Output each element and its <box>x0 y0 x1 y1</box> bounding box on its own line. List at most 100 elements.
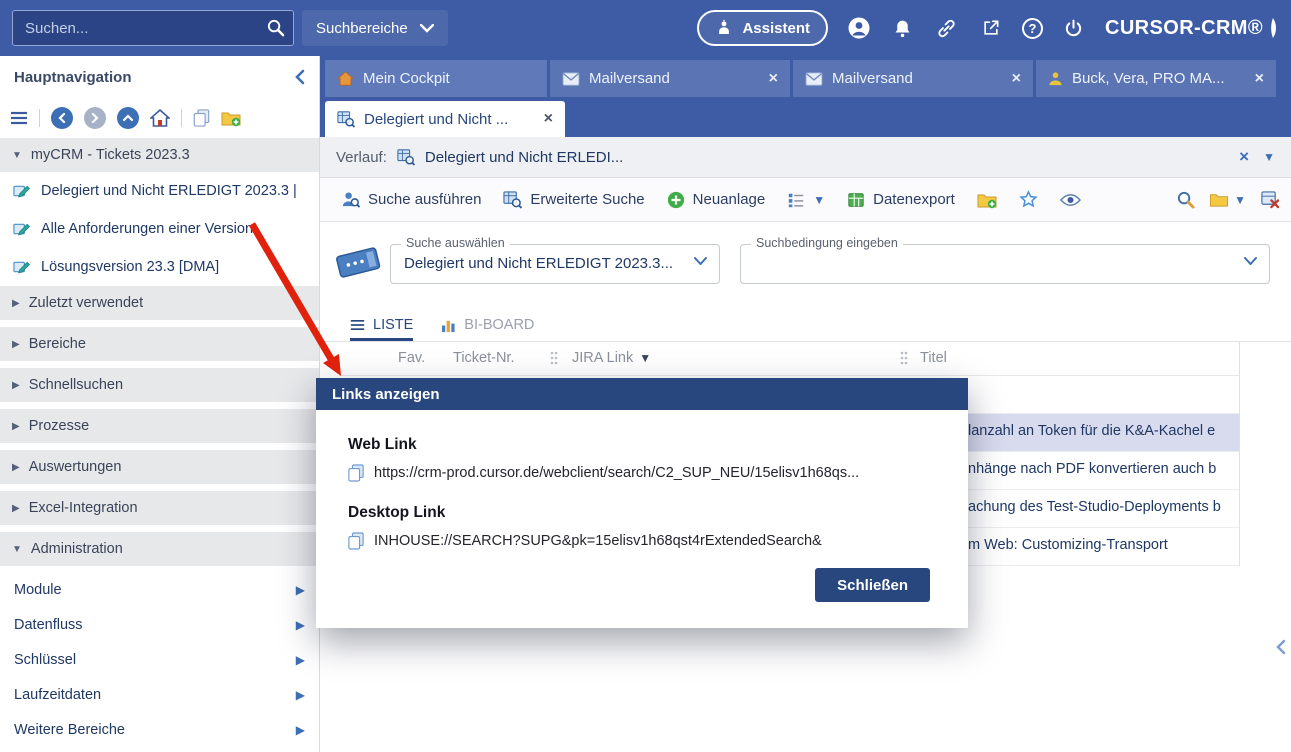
row-title: m Web: Customizing-Transport <box>968 537 1168 553</box>
sidebar-section-prozesse[interactable]: ▶ Prozesse <box>0 409 319 443</box>
column-header-fav[interactable]: Fav. <box>398 350 425 366</box>
chevron-down-icon[interactable]: ▼ <box>1263 150 1275 164</box>
dialog-title-bar[interactable]: Links anzeigen <box>316 378 968 410</box>
column-header-ticket-nr[interactable]: Ticket-Nr. <box>453 350 515 366</box>
tab-mailversand-2[interactable]: Mailversand × <box>793 60 1033 97</box>
logout-power-icon[interactable] <box>1061 15 1087 41</box>
favorite-button[interactable] <box>1010 184 1047 216</box>
web-link-text[interactable]: https://crm-prod.cursor.de/webclient/sea… <box>374 465 859 481</box>
chevron-down-icon[interactable]: ▼ <box>639 351 651 365</box>
admin-item-schluessel[interactable]: Schlüssel ▶ <box>0 642 319 677</box>
triangle-right-icon: ▶ <box>12 503 20 514</box>
tab-bi-board[interactable]: BI-BOARD <box>441 317 534 341</box>
dialog-close-button[interactable]: Schließen <box>815 568 930 602</box>
sidebar-section-zuletzt[interactable]: ▶ Zuletzt verwendet <box>0 286 319 320</box>
tab-buck-vera[interactable]: Buck, Vera, PRO MA... × <box>1036 60 1276 97</box>
tab-mailversand-1[interactable]: Mailversand × <box>550 60 790 97</box>
sidebar-section-schnellsuchen[interactable]: ▶ Schnellsuchen <box>0 368 319 402</box>
star-icon <box>1019 190 1038 209</box>
sidebar-item-delegiert[interactable]: Delegiert und Nicht ERLEDIGT 2023.3 | <box>0 172 319 210</box>
remove-from-list-icon[interactable] <box>1260 190 1279 209</box>
search-scope-button[interactable]: Suchbereiche <box>302 10 448 46</box>
desktop-link-text[interactable]: INHOUSE://SEARCH?SUPG&pk=15elisv1h68qst4… <box>374 533 822 549</box>
nav-forward-icon[interactable] <box>84 107 106 129</box>
field-label: Suchbedingung eingeben <box>751 236 903 250</box>
nav-back-icon[interactable] <box>51 107 73 129</box>
brand-text: CURSOR-CRM® <box>1105 17 1263 40</box>
search-condition-dropdown[interactable]: Suchbedingung eingeben <box>740 244 1270 284</box>
new-record-button[interactable]: Neuanlage <box>658 184 775 216</box>
history-controls: × ▼ <box>1239 147 1275 167</box>
copy-link-icon[interactable] <box>348 532 364 550</box>
admin-item-laufzeitdaten[interactable]: Laufzeitdaten ▶ <box>0 677 319 712</box>
history-value[interactable]: Delegiert und Nicht ERLEDI... <box>425 149 623 166</box>
copy-link-icon[interactable] <box>348 464 364 482</box>
menu-hamburger-icon[interactable] <box>10 111 28 125</box>
column-header-titel[interactable]: Titel <box>920 350 947 366</box>
search-input[interactable] <box>12 10 294 46</box>
tab-label: Buck, Vera, PRO MA... <box>1072 70 1225 87</box>
admin-item-module[interactable]: Module ▶ <box>0 572 319 607</box>
home-icon[interactable] <box>150 109 170 127</box>
search-icon[interactable] <box>266 18 285 37</box>
drag-handle-icon[interactable] <box>900 350 908 366</box>
search-edit-icon <box>13 258 31 276</box>
column-header-jira-link[interactable]: JIRA Link ▼ <box>572 350 651 366</box>
tab-liste[interactable]: LISTE <box>350 317 413 341</box>
admin-item-label: Schlüssel <box>14 652 76 668</box>
admin-item-label: Datenfluss <box>14 617 83 633</box>
copy-pages-icon[interactable] <box>193 109 210 127</box>
save-search-button[interactable] <box>968 184 1006 216</box>
sidebar-section-administration[interactable]: ▼ Administration <box>0 532 319 566</box>
sidebar-item-label: Delegiert und Nicht ERLEDIGT 2023.3 | <box>41 183 297 199</box>
search-list-icon <box>397 148 415 166</box>
drag-handle-icon[interactable] <box>550 350 558 366</box>
field-value: Delegiert und Nicht ERLEDIGT 2023.3... <box>404 255 673 272</box>
data-export-button[interactable]: Datenexport <box>838 184 964 216</box>
visibility-button[interactable] <box>1051 184 1090 216</box>
sidebar-section-excel[interactable]: ▶ Excel-Integration <box>0 491 319 525</box>
nav-up-icon[interactable] <box>117 107 139 129</box>
extended-search-button[interactable]: Erweiterte Suche <box>494 184 653 216</box>
open-external-icon[interactable] <box>978 15 1004 41</box>
folder-add-icon[interactable] <box>221 109 241 127</box>
web-link-row: https://crm-prod.cursor.de/webclient/sea… <box>348 464 859 482</box>
close-subtab-icon[interactable]: × <box>544 110 553 128</box>
sidebar-item-loesungsversion[interactable]: Lösungsversion 23.3 [DMA] <box>0 248 319 286</box>
sidebar-collapse-icon[interactable] <box>294 69 305 85</box>
help-icon[interactable]: ? <box>1022 18 1043 39</box>
admin-item-weitere-bereiche[interactable]: Weitere Bereiche ▶ <box>0 712 319 747</box>
sidebar-item-label: Alle Anforderungen einer Version <box>41 221 253 237</box>
button-label: Datenexport <box>873 191 955 208</box>
assistant-button[interactable]: Assistent <box>697 10 828 46</box>
folder-menu-button[interactable]: ▼ <box>1209 191 1246 208</box>
user-profile-icon[interactable] <box>846 15 872 41</box>
subtab-delegiert[interactable]: Delegiert und Nicht ... × <box>325 101 565 137</box>
search-edit-icon <box>13 182 31 200</box>
search-select-dropdown[interactable]: Suche auswählen Delegiert und Nicht ERLE… <box>390 244 720 284</box>
sidebar-item-anforderungen[interactable]: Alle Anforderungen einer Version <box>0 210 319 248</box>
tab-mein-cockpit[interactable]: Mein Cockpit <box>325 60 547 97</box>
section-label: myCRM - Tickets 2023.3 <box>31 147 190 163</box>
sidebar-section-bereiche[interactable]: ▶ Bereiche <box>0 327 319 361</box>
close-tab-icon[interactable]: × <box>769 70 778 88</box>
mail-icon <box>562 72 580 86</box>
tab-label: Mailversand <box>832 70 913 87</box>
notifications-bell-icon[interactable] <box>890 15 916 41</box>
sidebar-toolbar <box>0 98 319 138</box>
chevron-down-icon[interactable] <box>694 257 707 265</box>
collapse-panel-icon[interactable] <box>1275 639 1286 655</box>
clear-history-icon[interactable]: × <box>1239 147 1249 167</box>
run-search-button[interactable]: Suche ausführen <box>332 184 490 216</box>
list-properties-button[interactable]: ▼ <box>778 184 834 216</box>
close-tab-icon[interactable]: × <box>1255 70 1264 88</box>
close-tab-icon[interactable]: × <box>1012 70 1021 88</box>
sidebar-section-mycrm[interactable]: ▼ myCRM - Tickets 2023.3 <box>0 138 319 172</box>
chevron-down-icon[interactable] <box>1244 257 1257 265</box>
link-icon[interactable] <box>934 15 960 41</box>
person-search-icon <box>341 190 360 209</box>
sidebar-section-auswertungen[interactable]: ▶ Auswertungen <box>0 450 319 484</box>
tab-label: Mailversand <box>589 70 670 87</box>
admin-item-datenfluss[interactable]: Datenfluss ▶ <box>0 607 319 642</box>
zoom-search-icon[interactable] <box>1176 190 1195 209</box>
